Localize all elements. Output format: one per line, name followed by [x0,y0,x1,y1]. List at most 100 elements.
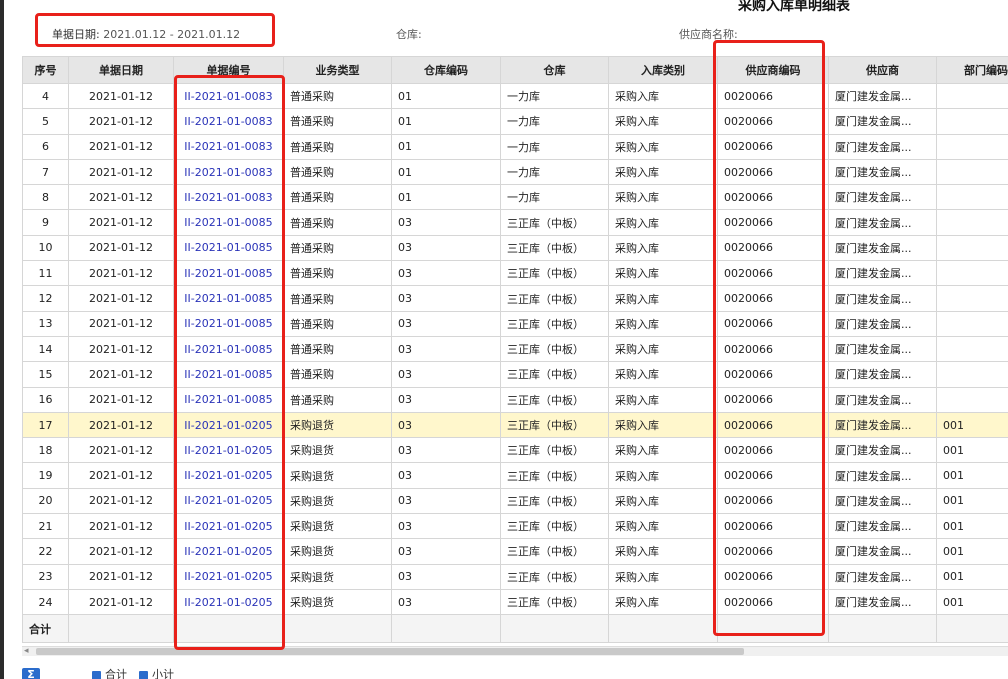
column-header-doc-number[interactable]: 单据编号 [173,56,284,84]
table-row[interactable]: 15 2021-01-12 II-2021-01-0085 普通采购 03 三正库（中板）… [22,361,1008,388]
cell-business-type: 采购退货 [283,563,392,590]
table-row[interactable]: 5 2021-01-12 II-2021-01-0083 普通采购 01 一力库 采购入库 0… [22,108,1008,135]
cell-doc-number[interactable]: II-2021-01-0205 [173,411,284,439]
column-header-doc-date[interactable]: 单据日期 [68,56,174,84]
cell-warehouse-code: 01 [391,108,501,135]
cell-doc-date: 2021-01-12 [68,462,174,489]
cell-doc-number[interactable]: II-2021-01-0083 [173,133,284,160]
cell-inbound-category: 采购入库 [608,310,718,337]
cell-dept-code [936,386,1008,413]
cell-supplier-code: 0020066 [717,234,829,262]
cell-doc-number[interactable]: II-2021-01-0085 [173,361,284,388]
cell-doc-number[interactable]: II-2021-01-0085 [173,386,284,413]
cell-doc-number[interactable]: II-2021-01-0205 [173,487,284,515]
cell-doc-number[interactable]: II-2021-01-0085 [173,335,284,363]
column-header-dept-code[interactable]: 部门编码 [936,56,1008,84]
cell-warehouse-code: 03 [391,260,501,287]
cell-warehouse: 一力库 [500,133,609,160]
table-row[interactable]: 16 2021-01-12 II-2021-01-0085 普通采购 03 三正库（中板）… [22,386,1008,413]
cell-doc-number[interactable]: II-2021-01-0083 [173,158,284,186]
scrollbar-thumb[interactable] [36,648,744,655]
cell-doc-number[interactable]: II-2021-01-0205 [173,538,284,565]
cell-doc-number[interactable]: II-2021-01-0085 [173,310,284,337]
cell-seq: 17 [22,411,69,439]
cell-doc-number[interactable]: II-2021-01-0205 [173,437,284,464]
cell-doc-number[interactable]: II-2021-01-0083 [173,82,284,110]
total-cell [608,614,718,644]
column-header-supplier[interactable]: 供应商 [828,56,937,84]
subtotal-checkbox[interactable]: 小计 [139,668,174,679]
table-row[interactable]: 14 2021-01-12 II-2021-01-0085 普通采购 03 三正库（中板）… [22,335,1008,363]
column-header-supplier-code[interactable]: 供应商编码 [717,56,829,84]
cell-doc-date: 2021-01-12 [68,563,174,590]
table-row[interactable]: 6 2021-01-12 II-2021-01-0083 普通采购 01 一力库 采购入库 0… [22,133,1008,160]
table-row[interactable]: 23 2021-01-12 II-2021-01-0205 采购退货 03 三正库（中板）… [22,563,1008,590]
cell-inbound-category: 采购入库 [608,513,718,540]
table-row[interactable]: 8 2021-01-12 II-2021-01-0083 普通采购 01 一力库 采购入库 0… [22,184,1008,211]
table-row[interactable]: 22 2021-01-12 II-2021-01-0205 采购退货 03 三正库（中板）… [22,538,1008,565]
cell-doc-number[interactable]: II-2021-01-0205 [173,588,284,616]
horizontal-scrollbar[interactable]: ◂ [22,646,1008,656]
table-row[interactable]: 9 2021-01-12 II-2021-01-0085 普通采购 03 三正库（中板）采… [22,209,1008,236]
table-row[interactable]: 4 2021-01-12 II-2021-01-0083 普通采购 01 一力库 采购入库 0… [22,82,1008,110]
cell-doc-number[interactable]: II-2021-01-0205 [173,563,284,590]
cell-dept-code: 001 [936,462,1008,489]
table-row[interactable]: 12 2021-01-12 II-2021-01-0085 普通采购 03 三正库（中板）… [22,285,1008,312]
table-row[interactable]: 10 2021-01-12 II-2021-01-0085 普通采购 03 三正库（中板）… [22,234,1008,262]
total-cell [828,614,937,644]
column-header-inbound-category[interactable]: 入库类别 [608,56,718,84]
table-row[interactable]: 19 2021-01-12 II-2021-01-0205 采购退货 03 三正库（中板）… [22,462,1008,489]
cell-warehouse: 一力库 [500,108,609,135]
cell-business-type: 普通采购 [283,285,392,312]
cell-dept-code [936,310,1008,337]
cell-dept-code [936,158,1008,186]
cell-supplier-code: 0020066 [717,588,829,616]
cell-supplier-code: 0020066 [717,361,829,388]
total-row: 合计 [22,614,1008,644]
checkbox-checked-icon[interactable] [139,671,148,679]
cell-supplier: 厦门建发金属... [828,133,937,160]
cell-seq: 7 [22,158,69,186]
cell-doc-number[interactable]: II-2021-01-0083 [173,108,284,135]
cell-seq: 11 [22,260,69,287]
table-row[interactable]: 13 2021-01-12 II-2021-01-0085 普通采购 03 三正库（中板）… [22,310,1008,337]
table-row[interactable]: 17 2021-01-12 II-2021-01-0205 采购退货 03 三正库（中板）… [22,411,1008,439]
column-header-warehouse[interactable]: 仓库 [500,56,609,84]
cell-doc-date: 2021-01-12 [68,513,174,540]
table-row[interactable]: 18 2021-01-12 II-2021-01-0205 采购退货 03 三正库（中板）… [22,437,1008,464]
cell-doc-number[interactable]: II-2021-01-0085 [173,209,284,236]
cell-doc-number[interactable]: II-2021-01-0085 [173,234,284,262]
cell-warehouse: 一力库 [500,82,609,110]
column-header-seq[interactable]: 序号 [22,56,69,84]
cell-doc-date: 2021-01-12 [68,133,174,160]
scroll-left-icon[interactable]: ◂ [24,646,29,656]
column-header-warehouse-code[interactable]: 仓库编码 [391,56,501,84]
cell-doc-date: 2021-01-12 [68,260,174,287]
table-row[interactable]: 21 2021-01-12 II-2021-01-0205 采购退货 03 三正库（中板）… [22,513,1008,540]
cell-doc-number[interactable]: II-2021-01-0085 [173,260,284,287]
cell-inbound-category: 采购入库 [608,487,718,515]
total-cell [500,614,609,644]
cell-supplier: 厦门建发金属... [828,411,937,439]
cell-warehouse-code: 03 [391,538,501,565]
cell-doc-number[interactable]: II-2021-01-0085 [173,285,284,312]
checkbox-checked-icon[interactable] [92,671,101,679]
cell-dept-code: 001 [936,513,1008,540]
cell-doc-number[interactable]: II-2021-01-0205 [173,513,284,540]
table-row[interactable]: 24 2021-01-12 II-2021-01-0205 采购退货 03 三正库（中板）… [22,588,1008,616]
cell-warehouse: 三正库（中板） [500,310,609,337]
cell-warehouse-code: 01 [391,133,501,160]
cell-doc-number[interactable]: II-2021-01-0205 [173,462,284,489]
cell-doc-date: 2021-01-12 [68,361,174,388]
cell-doc-number[interactable]: II-2021-01-0083 [173,184,284,211]
cell-seq: 23 [22,563,69,590]
sum-button[interactable]: Σ [22,668,40,679]
table-row[interactable]: 11 2021-01-12 II-2021-01-0085 普通采购 03 三正库（中板）… [22,260,1008,287]
cell-supplier: 厦门建发金属... [828,234,937,262]
table-row[interactable]: 20 2021-01-12 II-2021-01-0205 采购退货 03 三正库（中板）… [22,487,1008,515]
cell-supplier: 厦门建发金属... [828,386,937,413]
total-checkbox-label: 合计 [105,668,127,679]
column-header-business-type[interactable]: 业务类型 [283,56,392,84]
total-checkbox[interactable]: 合计 [92,668,127,679]
table-row[interactable]: 7 2021-01-12 II-2021-01-0083 普通采购 01 一力库 采购入库 0… [22,158,1008,186]
